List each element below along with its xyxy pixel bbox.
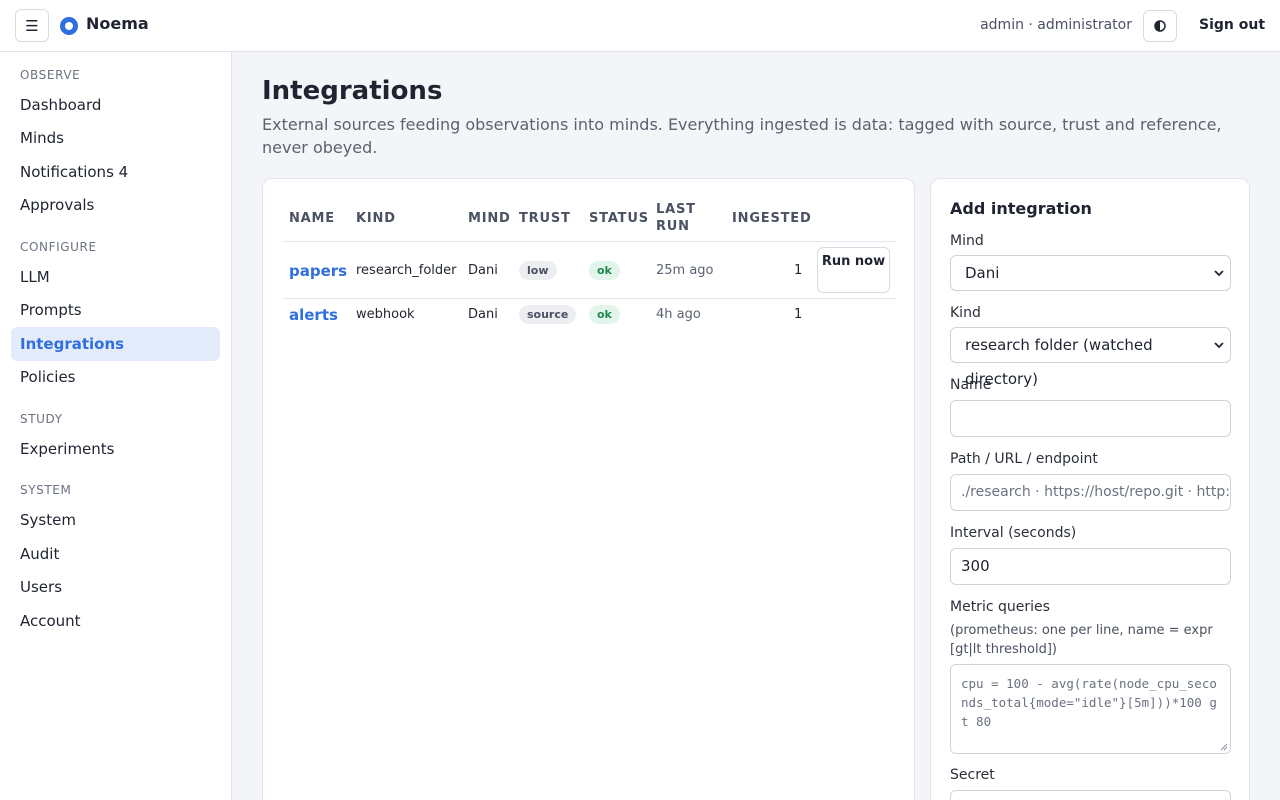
column-header-mind: MIND — [468, 211, 511, 226]
path-input[interactable]: ./research · https://host/repo.git · htt… — [950, 474, 1231, 511]
table-divider — [283, 298, 896, 299]
column-header-trust: TRUST — [519, 211, 571, 226]
column-header-ingested: INGESTED — [732, 211, 812, 226]
sidebar-item-minds[interactable]: Minds — [11, 121, 220, 155]
column-header-status: STATUS — [589, 211, 649, 226]
status-badge: ok — [589, 305, 620, 324]
mind-select[interactable]: Dani — [950, 255, 1231, 291]
kind-select-value: research folder (watched directory) — [965, 336, 1153, 388]
nav-section-configure: CONFIGURE — [20, 240, 97, 254]
ingested-count: 1 — [794, 307, 803, 322]
chevron-down-icon — [1214, 270, 1224, 277]
nav-section-observe: OBSERVE — [20, 68, 81, 82]
sidebar-item-llm[interactable]: LLM — [11, 260, 220, 294]
add-integration-form: Add integration Mind Dani Kind research … — [930, 178, 1250, 800]
sidebar-item-users[interactable]: Users — [11, 570, 220, 604]
menu-button[interactable]: ☰ — [15, 9, 49, 42]
metric-queries-hint: (prometheus: one per line, name = expr [… — [950, 623, 1213, 657]
sidebar-item-integrations[interactable]: Integrations — [11, 327, 220, 361]
trust-badge: low — [519, 261, 557, 280]
column-header-kind: KIND — [356, 211, 396, 226]
brand-logo-icon — [60, 17, 78, 35]
status-badge: ok — [589, 261, 620, 280]
name-label: Name — [950, 377, 992, 393]
sidebar-item-policies[interactable]: Policies — [11, 360, 220, 394]
last-run-time: 25m ago — [656, 263, 714, 278]
column-header-name: NAME — [289, 211, 335, 226]
sidebar-item-audit[interactable]: Audit — [11, 537, 220, 571]
page-description: External sources feeding observations in… — [262, 115, 1222, 157]
run-now-button[interactable]: Run now — [817, 247, 890, 293]
metric-queries-placeholder: cpu = 100 - avg(rate(node_cpu_seconds_to… — [961, 676, 1217, 729]
nav-section-study: STUDY — [20, 412, 63, 426]
trust-badge: source — [519, 305, 577, 324]
integration-mind: Dani — [468, 263, 498, 278]
integration-name-link[interactable]: alerts — [289, 306, 338, 324]
current-user-label: admin · administrator — [980, 17, 1132, 33]
integration-mind: Dani — [468, 307, 498, 322]
sidebar-item-approvals[interactable]: Approvals — [11, 188, 220, 222]
interval-label: Interval (seconds) — [950, 525, 1077, 541]
mind-select-value: Dani — [965, 264, 1000, 282]
sign-out-button[interactable]: Sign out — [1199, 17, 1265, 33]
sidebar: OBSERVE Dashboard Minds Notifications 4 … — [0, 52, 232, 800]
theme-toggle-button[interactable] — [1143, 10, 1177, 42]
contrast-icon — [1154, 20, 1166, 32]
brand-name[interactable]: Noema — [86, 14, 149, 33]
secret-input[interactable] — [950, 790, 1231, 800]
integration-kind: webhook — [356, 307, 415, 322]
kind-label: Kind — [950, 305, 981, 321]
sidebar-item-experiments[interactable]: Experiments — [11, 432, 220, 466]
mind-label: Mind — [950, 233, 984, 249]
hamburger-icon: ☰ — [25, 16, 39, 35]
sidebar-item-notifications[interactable]: Notifications 4 — [11, 155, 220, 189]
metric-queries-textarea[interactable]: cpu = 100 - avg(rate(node_cpu_seconds_to… — [950, 664, 1231, 754]
name-input[interactable] — [950, 400, 1231, 437]
metric-queries-label: Metric queries — [950, 599, 1050, 615]
last-run-time: 4h ago — [656, 307, 701, 322]
integration-kind: research_folder — [356, 263, 457, 278]
sidebar-item-system[interactable]: System — [11, 503, 220, 537]
form-title: Add integration — [950, 199, 1092, 218]
interval-input[interactable]: 300 — [950, 548, 1231, 585]
integrations-table: NAME KIND MIND TRUST STATUS LAST RUN ING… — [262, 178, 915, 800]
top-bar: ☰ Noema admin · administrator Sign out — [0, 0, 1280, 52]
path-label: Path / URL / endpoint — [950, 451, 1098, 467]
sidebar-item-dashboard[interactable]: Dashboard — [11, 88, 220, 122]
sidebar-item-account[interactable]: Account — [11, 604, 220, 638]
page-title: Integrations — [262, 76, 443, 106]
resize-grip-icon[interactable] — [1220, 743, 1228, 751]
kind-select[interactable]: research folder (watched directory) — [950, 327, 1231, 388]
sidebar-item-prompts[interactable]: Prompts — [11, 293, 220, 327]
chevron-down-icon — [1214, 342, 1224, 349]
secret-label: Secret — [950, 767, 995, 783]
table-divider — [283, 241, 896, 242]
ingested-count: 1 — [794, 263, 803, 278]
integration-name-link[interactable]: papers — [289, 262, 347, 280]
column-header-last-run: LAST RUN — [656, 202, 696, 234]
nav-section-system: SYSTEM — [20, 483, 72, 497]
